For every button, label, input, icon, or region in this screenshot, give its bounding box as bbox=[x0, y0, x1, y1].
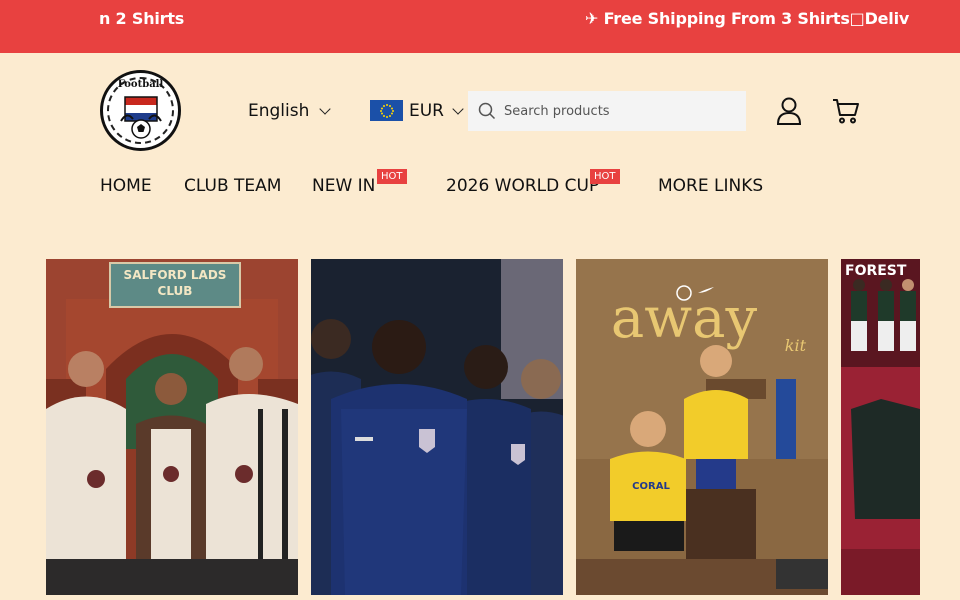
user-icon bbox=[776, 97, 802, 125]
sponsor-text: CORAL bbox=[632, 481, 670, 492]
hot-badge: HOT bbox=[377, 169, 407, 184]
cart-icon bbox=[833, 99, 859, 124]
sign-text: SALFORD LADS bbox=[124, 268, 227, 282]
announcement-message: ✈ Free Shipping From 3 Shirts□Deliv bbox=[585, 9, 910, 28]
nav-label: MORE LINKS bbox=[658, 176, 764, 196]
nav-item-club-team[interactable]: CLUB TEAM bbox=[184, 176, 281, 196]
forest-title: FOREST bbox=[845, 263, 907, 279]
logo-text: Football bbox=[117, 79, 164, 90]
banner-card-salford[interactable]: SALFORD LADS CLUB bbox=[46, 259, 298, 595]
nav-label: NEW IN bbox=[312, 176, 376, 196]
banner-card-hummel[interactable] bbox=[311, 259, 563, 595]
away-kit-photo: away kit CORAL bbox=[576, 259, 828, 595]
announcement-bar: n 2 Shirts ✈ Free Shipping From 3 Shirts… bbox=[0, 0, 960, 53]
announcement-message: n 2 Shirts bbox=[99, 9, 185, 28]
football-emblem-icon bbox=[120, 96, 162, 139]
nav-label: 2026 WORLD CUP bbox=[446, 176, 600, 196]
search-bar[interactable] bbox=[468, 91, 746, 131]
nav-label: CLUB TEAM bbox=[184, 176, 282, 196]
account-button[interactable] bbox=[776, 97, 802, 129]
cart-button[interactable] bbox=[832, 97, 860, 129]
eu-flag-icon bbox=[370, 100, 403, 121]
nav-item-world-cup[interactable]: 2026 WORLD CUP HOT bbox=[446, 169, 620, 196]
away-title: away bbox=[611, 286, 758, 351]
language-label: English bbox=[248, 101, 310, 121]
chevron-down-icon bbox=[452, 102, 464, 115]
banner-card-forest[interactable]: FOREST bbox=[841, 259, 920, 595]
nav-label: HOME bbox=[100, 176, 152, 196]
language-selector[interactable]: English bbox=[248, 101, 332, 121]
nav-item-more-links[interactable]: MORE LINKS bbox=[658, 176, 763, 196]
navy-kit-photo bbox=[311, 259, 563, 595]
search-input[interactable] bbox=[504, 103, 724, 119]
search-icon bbox=[478, 102, 496, 120]
hot-badge: HOT bbox=[590, 169, 620, 184]
site-logo[interactable]: Football bbox=[100, 70, 181, 151]
sign-text: CLUB bbox=[158, 284, 193, 298]
nav-item-home[interactable]: HOME bbox=[100, 176, 152, 196]
chevron-down-icon bbox=[319, 103, 332, 115]
currency-code: EUR bbox=[409, 100, 444, 121]
salford-lads-photo: SALFORD LADS CLUB bbox=[46, 259, 298, 595]
nav-item-new-in[interactable]: NEW IN HOT bbox=[312, 169, 407, 196]
banner-card-away-kit[interactable]: away kit CORAL bbox=[576, 259, 828, 595]
kit-subtitle: kit bbox=[785, 336, 807, 355]
forest-kit-photo: FOREST bbox=[841, 259, 920, 595]
currency-selector[interactable]: EUR bbox=[370, 100, 464, 121]
